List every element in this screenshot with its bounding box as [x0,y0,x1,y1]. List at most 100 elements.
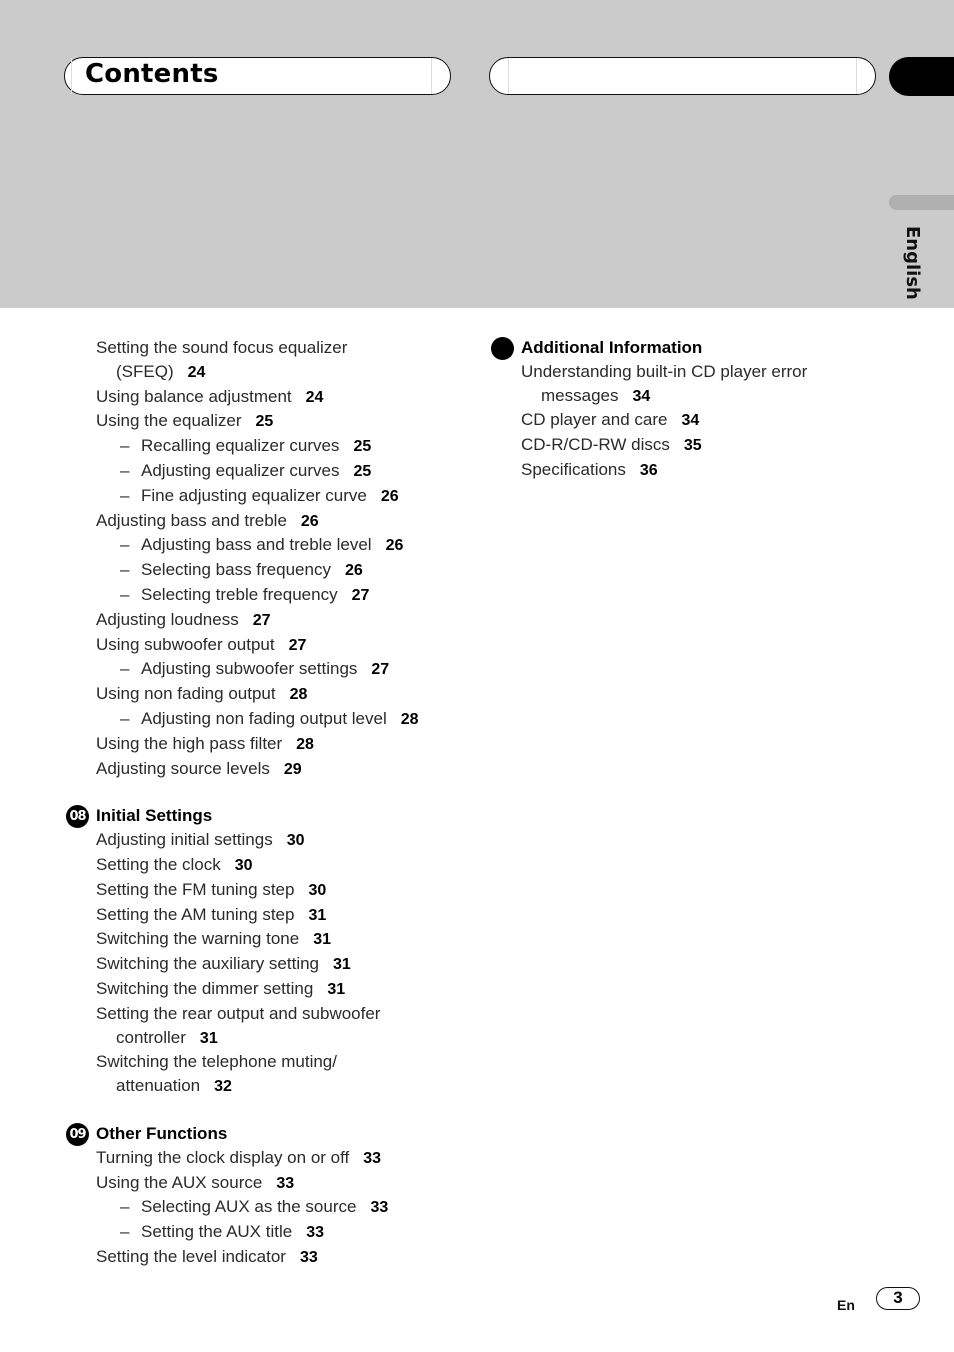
toc-entry[interactable]: – Setting the AUX title 33 [96,1220,466,1245]
toc-entry-title-continued: controller [116,1027,186,1047]
toc-entry-title: Switching the dimmer setting [96,978,314,998]
toc-page-number[interactable]: 26 [345,562,363,579]
dash-bullet: – [120,659,130,679]
toc-page-number[interactable]: 25 [256,413,274,430]
toc-entry[interactable]: Using subwoofer output 27 [96,633,466,658]
dash-bullet: – [120,1197,130,1217]
toc-page-number[interactable]: 33 [300,1249,318,1266]
toc-page-number[interactable]: 31 [333,956,351,973]
toc-entry[interactable]: – Selecting treble frequency 27 [96,583,466,608]
toc-sections: 08 Initial Settings Adjusting initial sett… [66,804,466,1270]
toc-page-number[interactable]: 26 [386,537,404,554]
section-entries: Understanding built-in CD player error me… [521,360,881,483]
toc-right-column: Additional Information Understanding buil… [491,336,881,483]
toc-entry-continuation[interactable]: (SFEQ) 24 [96,360,466,385]
toc-entry[interactable]: Setting the clock 30 [96,853,466,878]
empty-banner [489,57,876,95]
toc-page-number[interactable]: 24 [306,389,324,406]
toc-entry-title: Switching the auxiliary setting [96,954,320,974]
toc-entry[interactable]: Adjusting initial settings 30 [96,828,466,853]
section-heading[interactable]: 08 Initial Settings [66,804,466,829]
toc-entry[interactable]: – Adjusting non fading output level 28 [96,707,466,732]
dash-bullet: – [120,485,130,505]
toc-entry[interactable]: Setting the FM tuning step 30 [96,878,466,903]
dash-bullet: – [120,1222,130,1242]
toc-entry-continuation[interactable]: controller 31 [96,1026,466,1051]
toc-page-number[interactable]: 33 [363,1150,381,1167]
toc-entry[interactable]: Using the high pass filter 28 [96,732,466,757]
toc-entry[interactable]: – Adjusting subwoofer settings 27 [96,657,466,682]
toc-entry-title: Setting the FM tuning step [96,879,295,899]
toc-page-number[interactable]: 27 [371,661,389,678]
toc-entry[interactable]: Understanding built-in CD player error [521,360,881,384]
toc-page-number[interactable]: 31 [200,1030,218,1047]
toc-page-number[interactable]: 27 [253,612,271,629]
toc-entry[interactable]: – Recalling equalizer curves 25 [96,434,466,459]
toc-page-number[interactable]: 27 [352,587,370,604]
toc-page-number[interactable]: 33 [276,1175,294,1192]
toc-page-number[interactable]: 31 [308,907,326,924]
section-heading[interactable]: 09 Other Functions [66,1122,466,1146]
toc-page-number[interactable]: 30 [287,832,305,849]
toc-entry-title: Adjusting loudness [96,609,239,629]
toc-page-number[interactable]: 25 [353,463,371,480]
toc-page-number[interactable]: 31 [327,981,345,998]
toc-page-number[interactable]: 30 [235,857,253,874]
toc-entry[interactable]: Setting the sound focus equalizer [96,336,466,360]
toc-entry[interactable]: Turning the clock display on or off 33 [96,1146,466,1171]
toc-entry[interactable]: Switching the warning tone 31 [96,927,466,952]
toc-entry-continuation[interactable]: messages 34 [521,384,881,409]
dash-bullet: – [120,436,130,456]
toc-page-number[interactable]: 24 [188,364,206,381]
toc-page-number[interactable]: 34 [632,388,650,405]
toc-entry-title: Adjusting subwoofer settings [141,659,358,679]
toc-page-number[interactable]: 33 [370,1199,388,1216]
toc-entry[interactable]: Setting the AM tuning step 31 [96,903,466,928]
section-heading[interactable]: Additional Information [491,336,881,360]
toc-entry[interactable]: – Selecting bass frequency 26 [96,558,466,583]
toc-entry[interactable]: – Selecting AUX as the source 33 [96,1195,466,1220]
toc-page-number[interactable]: 28 [296,736,314,753]
toc-entry[interactable]: CD player and care 34 [521,408,881,433]
toc-entry[interactable]: Switching the telephone muting/ [96,1050,466,1074]
toc-entry[interactable]: Switching the dimmer setting 31 [96,977,466,1002]
toc-page-number[interactable]: 26 [301,513,319,530]
toc-page-number[interactable]: 29 [284,761,302,778]
toc-entry[interactable]: Setting the level indicator 33 [96,1245,466,1270]
toc-entry[interactable]: Switching the auxiliary setting 31 [96,952,466,977]
toc-entry-title: Using non fading output [96,684,276,704]
chapter-tab [889,57,954,96]
toc-entry[interactable]: – Fine adjusting equalizer curve 26 [96,484,466,509]
toc-entry[interactable]: Adjusting loudness 27 [96,608,466,633]
toc-entry[interactable]: Adjusting bass and treble 26 [96,509,466,534]
dash-bullet: – [120,708,130,728]
toc-entry[interactable]: – Adjusting bass and treble level 26 [96,533,466,558]
toc-entry[interactable]: Using non fading output 28 [96,682,466,707]
toc-page-number[interactable]: 25 [353,438,371,455]
toc-page-number[interactable]: 34 [681,412,699,429]
toc-page-number[interactable]: 36 [640,462,658,479]
toc-entry-continuation[interactable]: attenuation 32 [96,1074,466,1099]
toc-entry-title: Using the AUX source [96,1172,263,1192]
toc-entry[interactable]: Adjusting source levels 29 [96,757,466,782]
toc-entry[interactable]: Specifications 36 [521,458,881,483]
toc-page-number[interactable]: 30 [308,882,326,899]
toc-page-number[interactable]: 27 [289,637,307,654]
toc-page-number[interactable]: 35 [684,437,702,454]
toc-entry[interactable]: Setting the rear output and subwoofer [96,1002,466,1026]
toc-page-number[interactable]: 28 [401,711,419,728]
toc-entry-title: Switching the telephone muting/ [96,1052,337,1072]
toc-entry[interactable]: Using the equalizer 25 [96,409,466,434]
toc-page-number[interactable]: 28 [290,686,308,703]
dash-bullet: – [120,460,130,480]
toc-page-number[interactable]: 32 [214,1078,232,1095]
toc-entry[interactable]: – Adjusting equalizer curves 25 [96,459,466,484]
toc-entry[interactable]: Using the AUX source 33 [96,1171,466,1196]
toc-page-number[interactable]: 33 [306,1224,324,1241]
toc-page-number[interactable]: 26 [381,488,399,505]
toc-entry[interactable]: Using balance adjustment 24 [96,385,466,410]
toc-entry-title-continued: messages [541,385,619,405]
toc-entry[interactable]: CD-R/CD-RW discs 35 [521,433,881,458]
toc-page-number[interactable]: 31 [313,931,331,948]
toc-entries-continued: Setting the sound focus equalizer (SFEQ) 2… [96,336,466,781]
